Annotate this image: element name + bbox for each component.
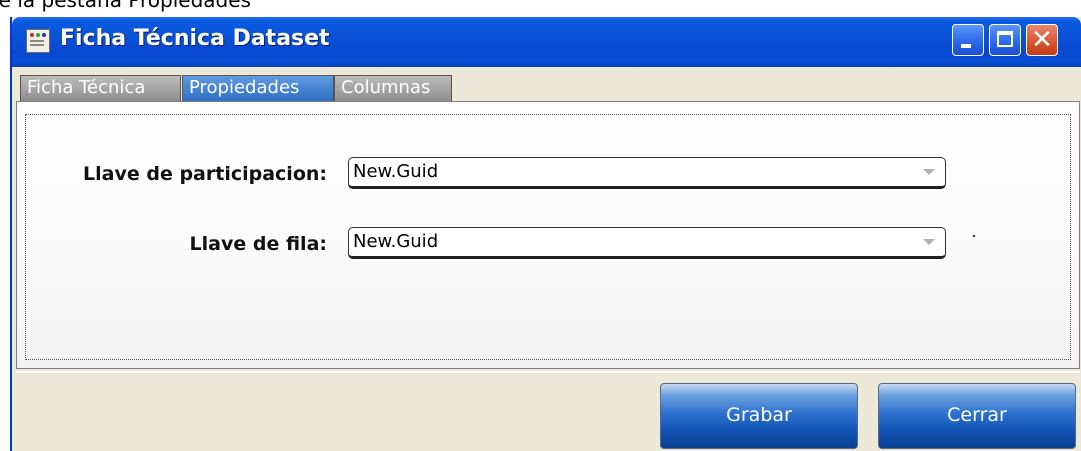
chevron-down-icon[interactable] bbox=[923, 239, 935, 245]
save-button[interactable]: Grabar bbox=[660, 383, 858, 449]
title-bar[interactable]: Ficha Técnica Dataset ✕ bbox=[12, 17, 1081, 67]
caption-text: ne la pestaña Propiedades bbox=[0, 0, 251, 12]
close-button[interactable]: Cerrar bbox=[878, 383, 1076, 449]
properties-group: Llave de participacion: New.Guid Llave d… bbox=[25, 114, 1071, 360]
row-key-combobox[interactable]: New.Guid bbox=[348, 227, 946, 259]
close-window-button[interactable]: ✕ bbox=[1026, 24, 1058, 56]
partition-key-value: New.Guid bbox=[353, 161, 439, 182]
minimize-button[interactable] bbox=[952, 24, 984, 56]
dialog-window: Ficha Técnica Dataset ✕ Ficha Técnica Pr… bbox=[10, 17, 1081, 451]
app-icon bbox=[26, 29, 50, 53]
window-title: Ficha Técnica Dataset bbox=[60, 26, 330, 51]
maximize-button[interactable] bbox=[989, 24, 1021, 56]
tab-columnas[interactable]: Columnas bbox=[334, 75, 452, 101]
maximize-icon bbox=[997, 31, 1013, 47]
tab-page-propiedades: Llave de participacion: New.Guid Llave d… bbox=[16, 101, 1080, 369]
partition-key-label: Llave de participacion: bbox=[83, 163, 327, 185]
row-key-value: New.Guid bbox=[353, 231, 439, 252]
close-icon: ✕ bbox=[1031, 25, 1053, 55]
partition-key-combobox[interactable]: New.Guid bbox=[348, 157, 946, 189]
minimize-icon bbox=[961, 44, 971, 48]
tab-ficha-tecnica[interactable]: Ficha Técnica bbox=[20, 75, 181, 101]
tab-propiedades[interactable]: Propiedades bbox=[182, 75, 334, 101]
divider bbox=[16, 371, 1080, 373]
chevron-down-icon[interactable] bbox=[923, 169, 935, 175]
speck-mark bbox=[973, 235, 975, 237]
row-key-label: Llave de fila: bbox=[189, 233, 327, 255]
